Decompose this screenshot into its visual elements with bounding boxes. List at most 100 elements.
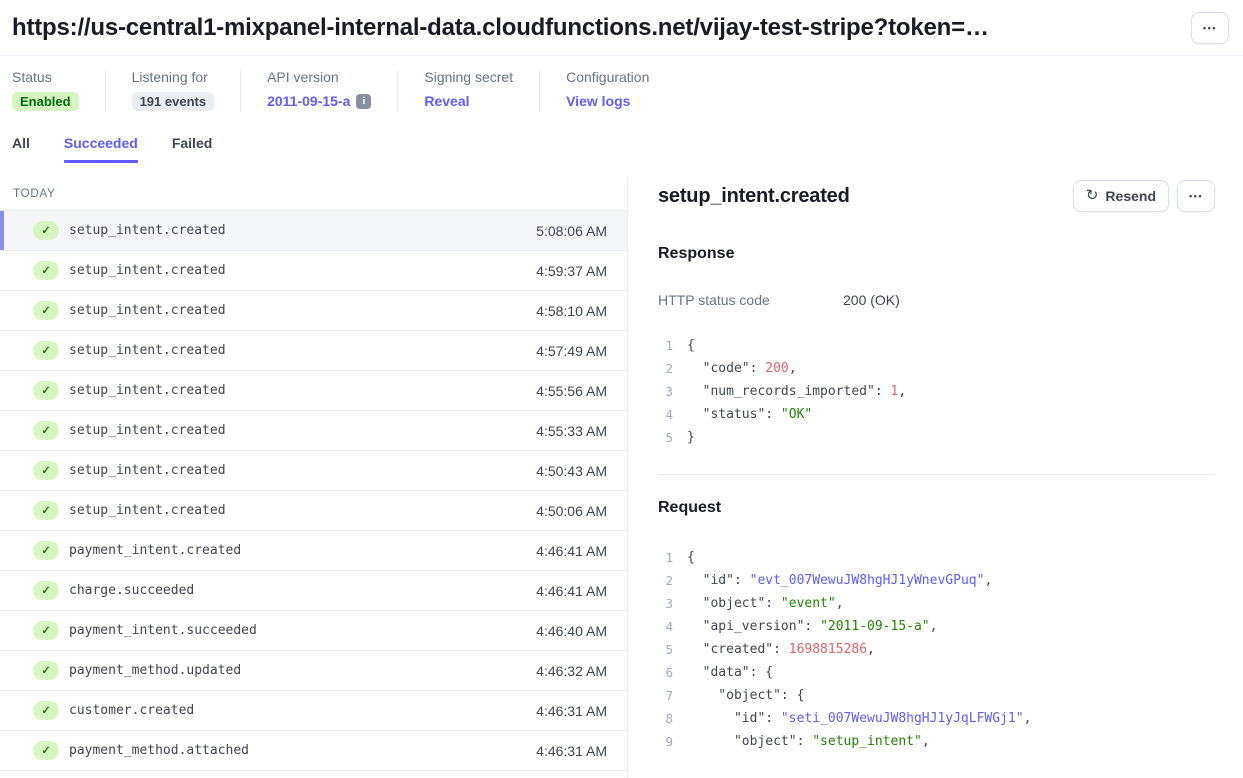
event-row[interactable]: ✓payment_intent.succeeded4:46:40 AM (0, 611, 627, 651)
code-line: 1{ (658, 334, 1215, 357)
success-check-icon: ✓ (33, 621, 59, 640)
meta-link[interactable]: View logs (566, 93, 630, 109)
event-row[interactable]: ✓charge.succeeded4:46:41 AM (0, 571, 627, 611)
line-number: 5 (658, 426, 673, 449)
meta-divider (397, 71, 398, 112)
event-name: setup_intent.created (69, 383, 226, 398)
code-line: 7 "object": { (658, 684, 1215, 707)
code-line: 6 "data": { (658, 661, 1215, 684)
success-check-icon: ✓ (33, 341, 59, 360)
event-time: 4:46:31 AM (536, 743, 607, 759)
response-code-block: 1{2 "code": 200,3 "num_records_imported"… (658, 334, 1215, 449)
code-text: "num_records_imported": 1, (687, 380, 906, 403)
event-name: setup_intent.created (69, 303, 226, 318)
event-row[interactable]: ✓ payment_method.attached 4:46:31 AM (0, 731, 627, 771)
code-line: 1{ (658, 546, 1215, 569)
code-line: 4 "status": "OK" (658, 403, 1215, 426)
meta-label: Signing secret (424, 69, 513, 85)
event-time: 4:55:56 AM (536, 383, 607, 399)
event-row[interactable]: ✓payment_intent.created4:46:41 AM (0, 531, 627, 571)
code-line: 3 "num_records_imported": 1, (658, 380, 1215, 403)
event-detail-header: setup_intent.created ↻ Resend ••• (658, 180, 1215, 212)
event-name: payment_method.attached (69, 743, 249, 758)
event-name: setup_intent.created (69, 223, 226, 238)
meta-item-api-version: API version2011-09-15-ai (267, 69, 397, 112)
event-name: customer.created (69, 703, 194, 718)
success-check-icon: ✓ (33, 461, 59, 480)
event-row[interactable]: ✓ setup_intent.created 4:50:43 AM (0, 451, 627, 491)
meta-link[interactable]: 2011-09-15-a (267, 93, 350, 109)
event-name: setup_intent.created (69, 343, 226, 358)
success-check-icon: ✓ (33, 221, 59, 240)
code-line: 5} (658, 426, 1215, 449)
line-number: 6 (658, 661, 673, 684)
code-line: 2 "id": "evt_007WewuJW8hgHJ1yWnevGPuq", (658, 569, 1215, 592)
code-line: 5 "created": 1698815286, (658, 638, 1215, 661)
events-count-badge: 191 events (132, 92, 215, 111)
meta-value: 2011-09-15-a i (267, 90, 371, 112)
meta-divider (105, 71, 106, 112)
code-text: "id": "seti_007WewuJW8hgHJ1yJqLFWGj1", (687, 707, 1031, 730)
line-number: 4 (658, 615, 673, 638)
code-text: { (687, 546, 695, 569)
success-check-icon: ✓ (33, 661, 59, 680)
event-name: setup_intent.created (69, 503, 226, 518)
event-time: 4:55:33 AM (536, 423, 607, 439)
detail-more-button[interactable]: ••• (1177, 180, 1215, 212)
request-heading: Request (658, 499, 1215, 517)
request-section: Request 1{2 "id": "evt_007WewuJW8hgHJ1yW… (658, 474, 1215, 753)
header-more-button[interactable]: ••• (1191, 12, 1229, 44)
code-text: "object": { (687, 684, 804, 707)
success-check-icon: ✓ (33, 541, 59, 560)
info-icon[interactable]: i (356, 94, 371, 109)
event-row[interactable]: ✓setup_intent.created4:50:06 AM (0, 491, 627, 531)
code-line: 8 "id": "seti_007WewuJW8hgHJ1yJqLFWGj1", (658, 707, 1215, 730)
event-time: 4:46:40 AM (536, 623, 607, 639)
http-status-row: HTTP status code 200 (OK) (658, 292, 1215, 308)
selected-indicator-bar (0, 211, 4, 250)
code-line: 2 "code": 200, (658, 357, 1215, 380)
success-check-icon: ✓ (33, 421, 59, 440)
event-time: 4:50:43 AM (536, 463, 607, 479)
event-row[interactable]: ✓setup_intent.created4:55:56 AM (0, 371, 627, 411)
event-row[interactable]: ✓customer.created4:46:31 AM (0, 691, 627, 731)
tab-failed[interactable]: Failed (172, 135, 212, 163)
success-check-icon: ✓ (33, 301, 59, 320)
success-check-icon: ✓ (33, 741, 59, 760)
code-text: "api_version": "2011-09-15-a", (687, 615, 937, 638)
event-row[interactable]: ✓setup_intent.created4:57:49 AM (0, 331, 627, 371)
ellipsis-icon: ••• (1189, 191, 1203, 201)
tab-all[interactable]: All (12, 135, 30, 163)
code-line: 3 "object": "event", (658, 592, 1215, 615)
line-number: 3 (658, 380, 673, 403)
success-check-icon: ✓ (33, 261, 59, 280)
event-row[interactable]: ✓ setup_intent.created 5:08:06 AM (0, 211, 627, 251)
line-number: 1 (658, 334, 673, 357)
endpoint-url-title: https://us-central1-mixpanel-internal-da… (12, 14, 1175, 42)
line-number: 8 (658, 707, 673, 730)
request-code-block: 1{2 "id": "evt_007WewuJW8hgHJ1yWnevGPuq"… (658, 546, 1215, 753)
event-row[interactable]: ✓ payment_method.updated 4:46:32 AM (0, 651, 627, 691)
event-name: payment_method.updated (69, 663, 241, 678)
line-number: 1 (658, 546, 673, 569)
event-name: setup_intent.created (69, 463, 226, 478)
event-row[interactable]: ✓setup_intent.created4:59:37 AM (0, 251, 627, 291)
main-content: TODAY ✓setup_intent.created5:08:06 AM✓se… (0, 178, 1243, 778)
code-text: "status": "OK" (687, 403, 812, 426)
meta-divider (240, 71, 241, 112)
event-group-header: TODAY (0, 178, 627, 211)
code-text: "object": "event", (687, 592, 844, 615)
event-name: setup_intent.created (69, 423, 226, 438)
event-time: 4:46:32 AM (536, 663, 607, 679)
event-time: 5:08:06 AM (536, 223, 607, 239)
tab-succeeded[interactable]: Succeeded (64, 135, 138, 163)
event-name: setup_intent.created (69, 263, 226, 278)
event-row[interactable]: ✓ setup_intent.created 4:55:33 AM (0, 411, 627, 451)
event-time: 4:46:31 AM (536, 703, 607, 719)
event-row[interactable]: ✓setup_intent.created4:58:10 AM (0, 291, 627, 331)
meta-item-configuration: ConfigurationView logs (566, 69, 675, 112)
code-text: "id": "evt_007WewuJW8hgHJ1yWnevGPuq", (687, 569, 992, 592)
meta-item-signing-secret: Signing secret Reveal (424, 69, 539, 112)
resend-button[interactable]: ↻ Resend (1073, 180, 1169, 212)
meta-link[interactable]: Reveal (424, 93, 469, 109)
